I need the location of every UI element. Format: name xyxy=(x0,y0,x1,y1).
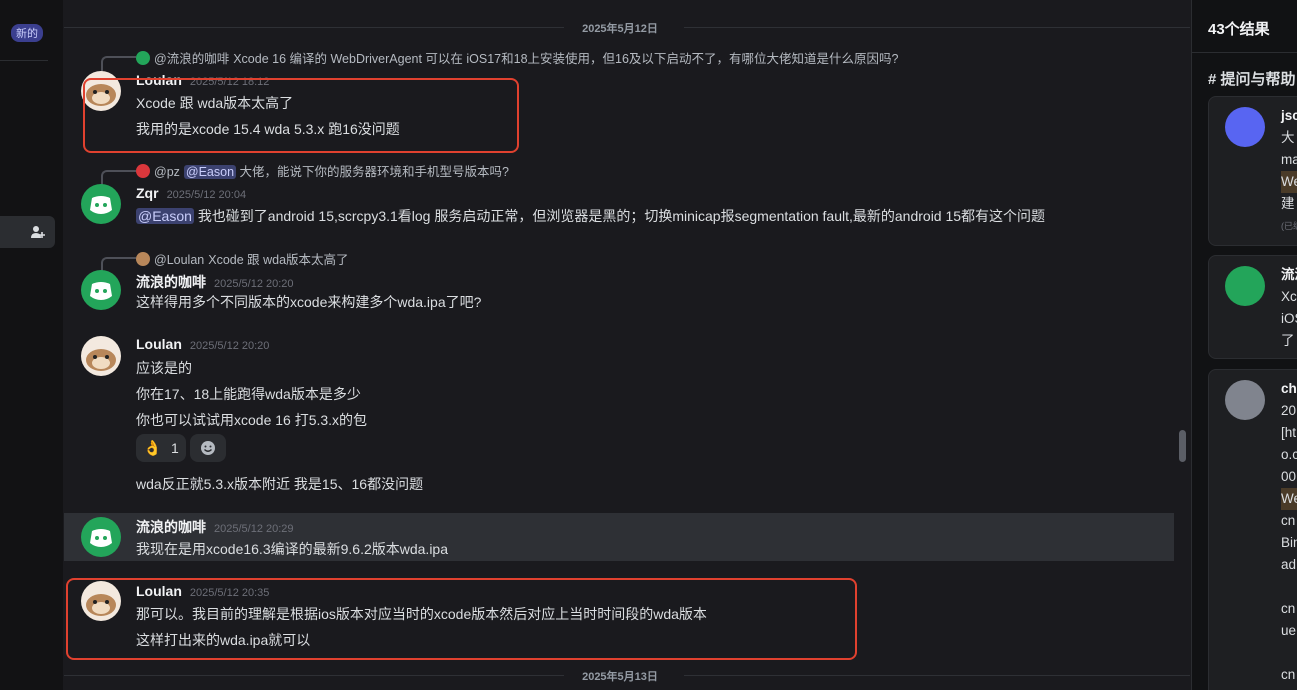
member-list-button[interactable] xyxy=(0,216,55,248)
discord-avatar-icon xyxy=(1225,380,1265,420)
message-text: 你在17、18上能跑得wda版本是多少 xyxy=(136,386,361,402)
search-results-panel: 43个结果 # 提问与帮助 jsc 大 ma We 建 (已编 流浪 Xc iO… xyxy=(1191,0,1297,690)
date-label: 2025年5月12日 xyxy=(582,23,658,35)
hamster-avatar-icon xyxy=(86,349,116,371)
message[interactable]: @Loulan Xcode 跟 wda版本太高了 流浪的咖啡 2025/5/12 2… xyxy=(64,248,1174,318)
date-divider: 2025年5月13日 xyxy=(64,668,1190,683)
result-author: ch xyxy=(1281,381,1297,396)
result-text: iOS xyxy=(1281,311,1297,326)
result-author: jsc xyxy=(1281,108,1297,123)
message[interactable]: @pz @Eason 大佬，能说下你的服务器环境和手机型号版本吗? Zqr 2025… xyxy=(64,160,1174,230)
message-text: wda反正就5.3.x版本附近 我是15、16都没问题 xyxy=(136,476,424,492)
avatar[interactable] xyxy=(81,270,121,310)
reply-avatar xyxy=(136,252,150,266)
search-result-card[interactable]: ch 20 [ht o.c 00 We cn Bin ad a cn ue a … xyxy=(1208,369,1297,690)
reaction-ok[interactable]: 👌 1 xyxy=(136,434,186,462)
results-count: 43个结果 xyxy=(1208,21,1270,38)
result-author: 流浪 xyxy=(1281,267,1297,282)
result-text: [ht xyxy=(1281,425,1297,440)
result-text: 大 xyxy=(1281,130,1295,145)
message[interactable]: Loulan 2025/5/12 20:20 应该是的 你在17、18上能跑得wd… xyxy=(64,334,1174,504)
message[interactable]: 流浪的咖啡 2025/5/12 20:29 我现在是用xcode16.3编译的最新… xyxy=(64,513,1174,561)
result-text: ue xyxy=(1281,623,1297,638)
mention[interactable]: @Eason xyxy=(136,208,194,224)
reply-author: @Loulan xyxy=(154,253,205,267)
timestamp: 2025/5/12 20:29 xyxy=(214,523,294,535)
result-text: 00 xyxy=(1281,469,1297,484)
message-text: 这样得用多个不同版本的xcode来构建多个wda.ipa了吧? xyxy=(136,294,482,310)
discord-logo-icon xyxy=(90,529,112,547)
search-result-card[interactable]: 流浪 Xc iOS 了 xyxy=(1208,255,1297,359)
members-icon xyxy=(31,226,45,238)
message-text: 你也可以试试用xcode 16 打5.3.x的包 xyxy=(136,412,368,428)
result-text: o.c xyxy=(1281,447,1297,462)
author-name[interactable]: Zqr 2025/5/12 20:04 xyxy=(136,185,246,201)
discord-avatar-icon xyxy=(1225,266,1265,306)
new-badge[interactable]: 新的 xyxy=(11,24,43,42)
reply-preview[interactable]: @pz @Eason 大佬，能说下你的服务器环境和手机型号版本吗? xyxy=(136,161,509,180)
scrollbar-thumb[interactable] xyxy=(1179,430,1186,462)
reply-text: 大佬，能说下你的服务器环境和手机型号版本吗? xyxy=(239,165,509,179)
author-name[interactable]: 流浪的咖啡 2025/5/12 20:20 xyxy=(136,272,294,292)
timestamp: 2025/5/12 20:20 xyxy=(189,340,270,352)
panel-divider xyxy=(1192,52,1297,53)
result-text: ma xyxy=(1281,152,1297,167)
result-match: We xyxy=(1281,488,1297,510)
discord-logo-icon xyxy=(90,196,112,214)
result-text: 建 xyxy=(1281,196,1295,211)
channel-heading[interactable]: # 提问与帮助 xyxy=(1208,68,1296,89)
avatar[interactable] xyxy=(81,184,121,224)
message-text: 应该是的 xyxy=(136,360,192,376)
reply-author: @流浪的咖啡 xyxy=(154,52,230,66)
timestamp: 2025/5/12 20:04 xyxy=(166,189,247,201)
reply-text: Xcode 16 编译的 WebDriverAgent 可以在 iOS17和18… xyxy=(233,52,899,66)
result-text: ad xyxy=(1281,557,1297,572)
result-text: 了 xyxy=(1281,333,1295,348)
result-text: cn xyxy=(1281,667,1296,682)
annotation-box xyxy=(83,78,519,153)
reply-avatar xyxy=(136,164,150,178)
discord-avatar-icon xyxy=(1225,107,1265,147)
reply-avatar xyxy=(136,51,150,65)
avatar[interactable] xyxy=(81,336,121,376)
reactions: 👌 1 xyxy=(136,434,230,462)
author-name[interactable]: 流浪的咖啡 2025/5/12 20:29 xyxy=(136,517,294,537)
timestamp: 2025/5/12 20:20 xyxy=(214,278,294,290)
add-reaction-button[interactable] xyxy=(190,434,226,462)
discord-logo-icon xyxy=(90,282,112,300)
reply-spine xyxy=(101,56,136,72)
reply-text: Xcode 跟 wda版本太高了 xyxy=(208,253,349,267)
sidebar-divider xyxy=(0,60,48,61)
result-text: a xyxy=(1281,576,1297,598)
result-text: 20 xyxy=(1281,403,1297,418)
reply-preview[interactable]: @Loulan Xcode 跟 wda版本太高了 xyxy=(136,249,349,268)
reply-spine xyxy=(101,170,136,186)
reply-preview[interactable]: @流浪的咖啡 Xcode 16 编译的 WebDriverAgent 可以在 iO… xyxy=(136,48,898,67)
server-sidebar: 新的 xyxy=(0,0,63,690)
date-label: 2025年5月13日 xyxy=(582,671,658,683)
result-text: Bin xyxy=(1281,535,1297,550)
result-text: cn xyxy=(1281,513,1296,528)
result-text: Xc xyxy=(1281,289,1297,304)
message-text: 我现在是用xcode16.3编译的最新9.6.2版本wda.ipa xyxy=(136,541,448,557)
result-text: cn xyxy=(1281,601,1296,616)
smiley-icon xyxy=(201,441,215,455)
result-match: We xyxy=(1281,171,1297,193)
date-divider: 2025年5月12日 xyxy=(64,20,1190,35)
result-note: (已编 xyxy=(1281,221,1297,231)
mention[interactable]: @Eason xyxy=(183,165,237,179)
search-result-card[interactable]: jsc 大 ma We 建 (已编 xyxy=(1208,96,1297,246)
author-name[interactable]: Loulan 2025/5/12 20:20 xyxy=(136,336,269,352)
message-text: @Eason 我也碰到了android 15,scrcpy3.1看log 服务启… xyxy=(136,208,1046,224)
result-text: a xyxy=(1281,642,1297,664)
message-pane: 2025年5月12日 @流浪的咖啡 Xcode 16 编译的 WebDriverA… xyxy=(64,0,1190,690)
reply-author: @pz xyxy=(154,165,180,179)
annotation-box xyxy=(66,578,857,660)
avatar[interactable] xyxy=(81,517,121,557)
reaction-count: 1 xyxy=(171,440,179,456)
